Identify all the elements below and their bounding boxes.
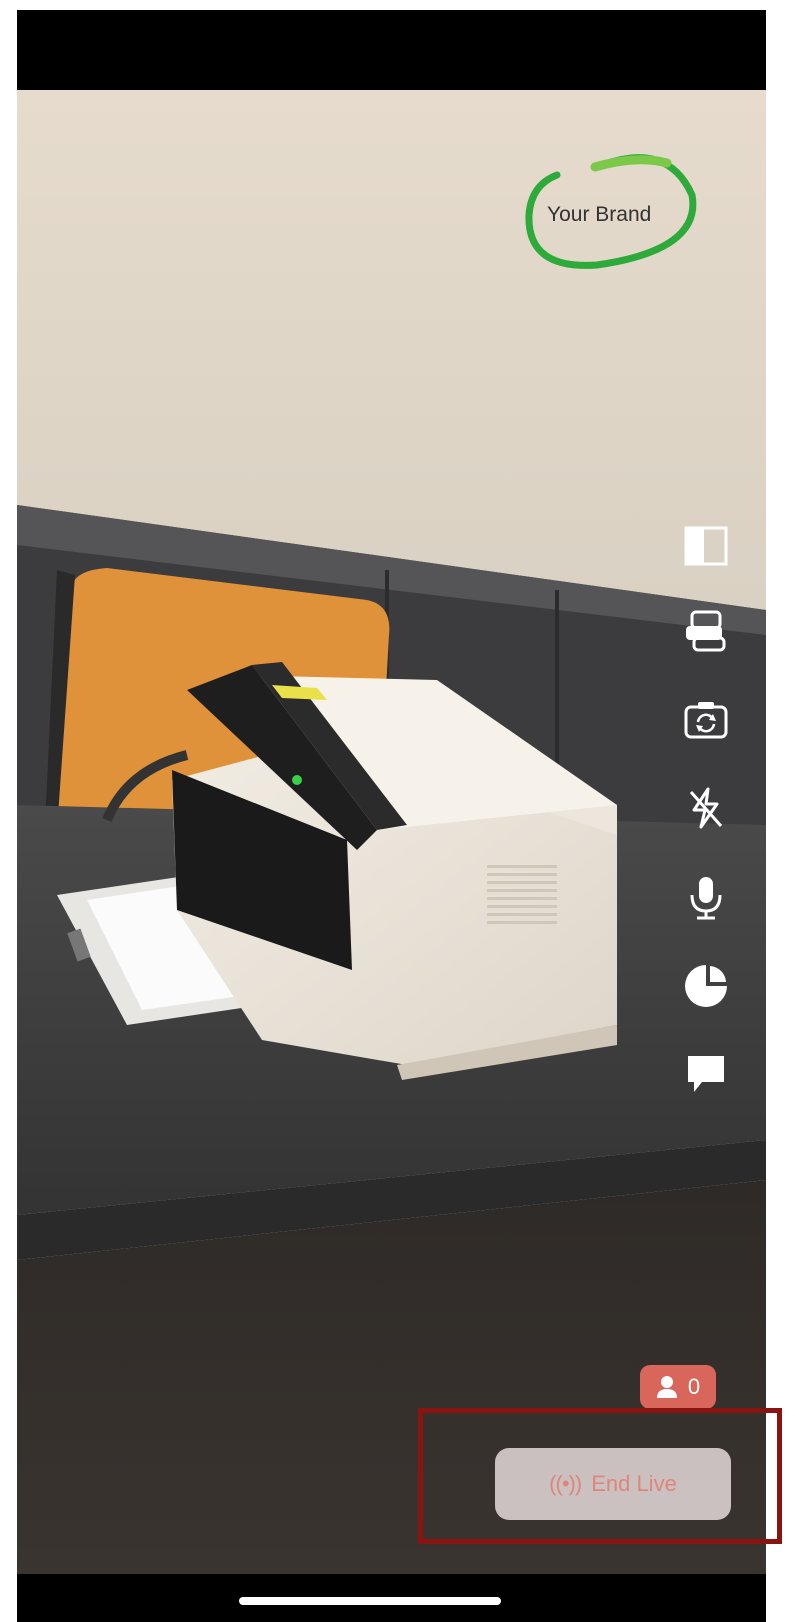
camera-scene <box>17 90 766 1574</box>
microphone-icon[interactable] <box>680 872 732 924</box>
person-icon <box>656 1376 677 1398</box>
flash-off-icon[interactable] <box>680 782 732 834</box>
timer-pie-icon[interactable] <box>680 960 732 1012</box>
broadcast-icon: ((•)) <box>549 1471 582 1496</box>
comment-icon[interactable] <box>680 1048 732 1100</box>
viewer-count-badge: 0 <box>640 1365 716 1409</box>
chat-bubbles-icon[interactable] <box>680 606 732 658</box>
camera-feed <box>17 90 766 1574</box>
end-live-label: End Live <box>591 1471 677 1496</box>
brand-text: Your Brand <box>547 203 652 226</box>
split-view-icon[interactable] <box>680 520 732 572</box>
status-bar <box>17 10 766 90</box>
home-indicator[interactable] <box>239 1597 501 1605</box>
switch-camera-icon[interactable] <box>680 693 732 745</box>
viewer-count: 0 <box>687 1374 701 1399</box>
end-live-button[interactable]: ((•)) End Live <box>495 1448 731 1520</box>
brand-logo: Your Brand <box>517 145 727 295</box>
